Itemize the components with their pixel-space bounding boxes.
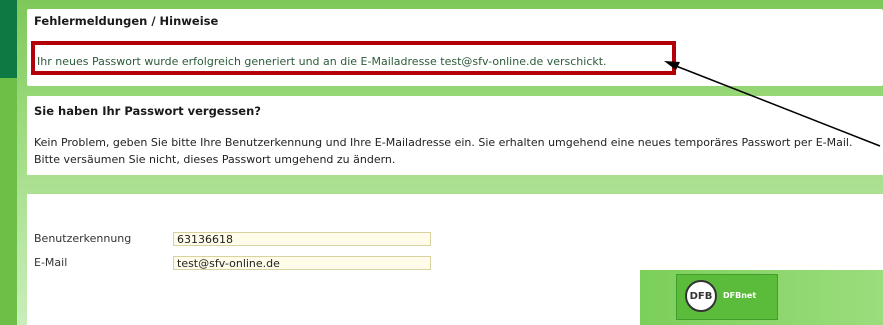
dfbnet-logo-area: DFB DFBnet [640, 270, 883, 325]
dfbnet-logo-text: DFBnet [723, 291, 757, 300]
dfb-emblem-icon: DFB [685, 280, 717, 312]
dfbnet-logo: DFB DFBnet [676, 274, 778, 320]
